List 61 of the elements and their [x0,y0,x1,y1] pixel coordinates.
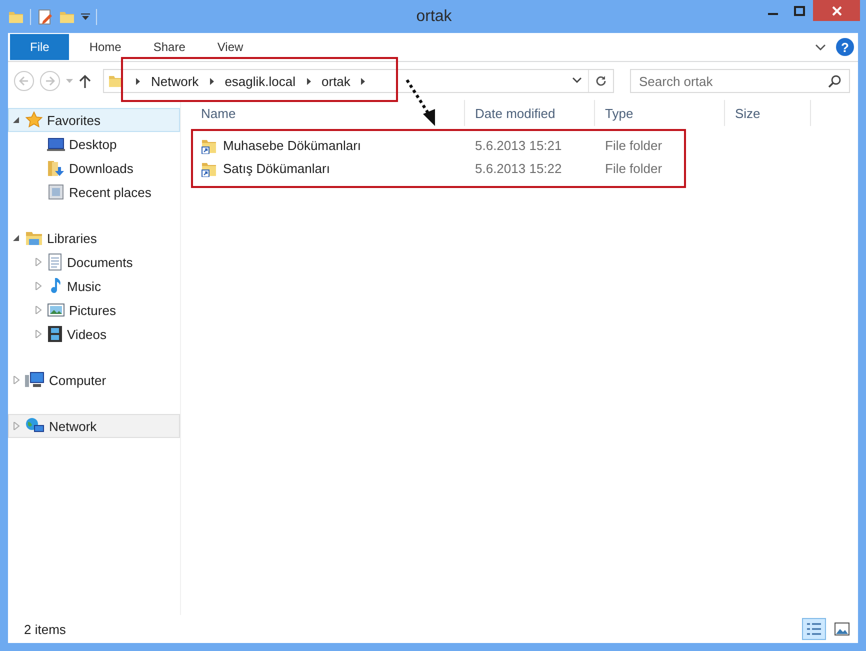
ribbon-tab[interactable]: Home [73,34,138,60]
folder-shortcut-icon [201,138,217,154]
maximize-icon[interactable] [794,6,806,16]
close-button[interactable] [813,0,860,21]
column-header[interactable]: Size [725,100,811,126]
star-icon [25,111,43,129]
nav-tree-item[interactable]: Computer [8,368,180,392]
downloads-folder-icon [47,159,65,177]
file-name: Satış Dökümanları [223,161,330,176]
nav-tree-item[interactable]: Network [8,414,180,438]
file-name: Muhasebe Dökümanları [223,138,362,153]
up-arrow-icon[interactable] [79,74,91,88]
recent-places-icon [47,183,65,201]
breadcrumb-item[interactable]: esaglik.local [222,74,299,88]
details-view-button[interactable] [802,618,826,640]
document-icon [47,253,63,271]
nav-tree-item[interactable]: Music [8,274,180,298]
help-button[interactable]: ? [836,38,854,56]
nav-tree-item[interactable]: Downloads [8,156,180,180]
nav-tree-item[interactable]: Pictures [8,298,180,322]
monitor-icon [47,136,65,152]
date-cell-text: 5.6.2013 15:21 [474,138,563,153]
date-cell-text: 5.6.2013 15:22 [474,161,563,176]
nav-tree-item[interactable]: Recent places [8,180,180,204]
close-icon[interactable] [832,6,842,16]
window-title: ortak [416,8,452,26]
breadcrumb-item[interactable]: Network [148,74,202,88]
column-header[interactable]: Date modified [465,100,595,126]
ribbon-tab[interactable]: View [201,34,260,60]
item-count: 2 items [24,622,66,636]
film-icon [47,325,63,343]
details-list-icon[interactable] [806,622,822,636]
network-folder-icon [108,73,124,89]
network-globe-icon [25,417,45,435]
customize-caret-icon[interactable] [81,12,90,20]
search-field[interactable]: Search ortak [630,69,850,93]
file-menu-button[interactable]: File [10,34,70,60]
type-cell-text: File folder [604,138,664,153]
collapse-arrow-icon[interactable] [12,234,20,242]
computer-icon [25,371,45,389]
nav-tree-item[interactable]: Videos [8,322,180,346]
file-row[interactable]: Muhasebe Dökümanları 5.6.2013 15:21 File folder [191,134,858,157]
address-bar[interactable]: Network esaglik.local ortak [103,69,614,93]
nav-tree-item[interactable]: Desktop [8,132,180,156]
nav-tree-item[interactable]: Documents [8,250,180,274]
nav-tree-item[interactable]: Libraries [8,226,180,250]
expand-ribbon-icon[interactable] [815,44,826,50]
breadcrumb-item[interactable]: ortak [318,74,354,88]
type-cell-text: File folder [604,161,664,176]
properties-icon[interactable] [37,8,53,24]
file-row[interactable]: Satış Dökümanları 5.6.2013 15:22 File folder [191,157,858,180]
collapse-arrow-icon[interactable] [12,116,20,124]
refresh-icon[interactable] [595,75,607,87]
picture-thumbnail-icon[interactable] [834,622,850,636]
nav-tree-item[interactable]: Favorites [8,108,180,132]
search-icon[interactable] [828,74,842,88]
ribbon-tab[interactable]: Share [137,34,202,60]
picture-icon [47,302,65,318]
column-header[interactable]: Type [595,100,725,126]
folder-shortcut-icon [201,160,217,176]
libraries-icon [25,229,43,247]
